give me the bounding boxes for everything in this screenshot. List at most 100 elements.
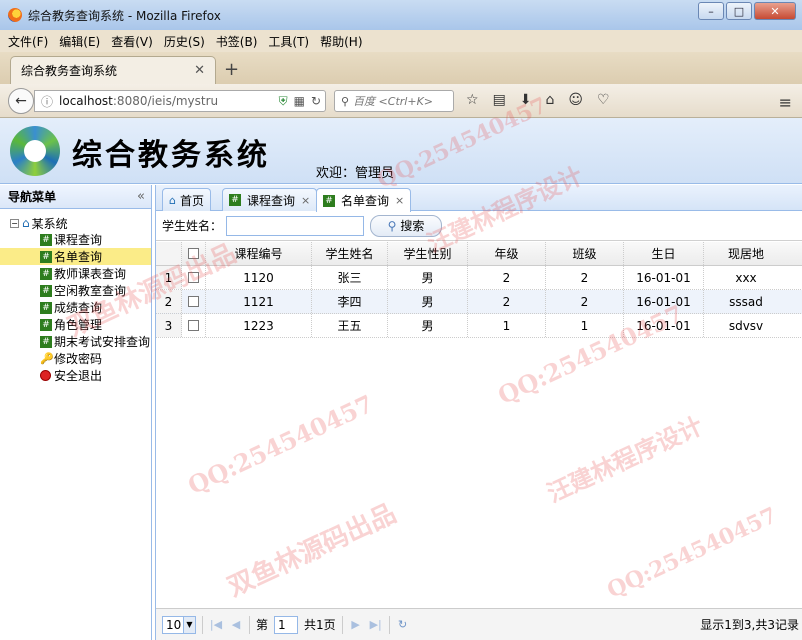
nav-item-label: 角色管理 [54,318,103,332]
select-all-checkbox-cell[interactable] [182,242,206,265]
app-header: 综合教务系统 欢迎：管理员 [0,118,802,184]
page-size-select[interactable]: 10 ▼ [162,615,196,634]
window-title: 综合教务查询系统 - Mozilla Firefox [28,8,221,23]
minimize-button[interactable]: – [698,2,724,20]
info-icon[interactable]: ⓘ [41,93,53,110]
menu-tools[interactable]: 工具(T) [268,33,309,50]
row-checkbox-cell[interactable] [182,290,206,313]
nav-item-course-query[interactable]: # 课程查询 [0,231,151,248]
browser-menubar: 文件(F) 编辑(E) 查看(V) 历史(S) 书签(B) 工具(T) 帮助(H… [0,30,802,52]
column-header[interactable]: 学生性别 [388,242,468,265]
tab-label: 首页 [179,193,204,208]
menu-view[interactable]: 查看(V) [111,33,153,50]
student-name-input[interactable] [226,215,365,236]
hamburger-menu-icon[interactable]: ≡ [779,93,792,112]
close-tab-icon[interactable]: × [395,194,404,207]
menu-help[interactable]: 帮助(H) [320,33,362,50]
menu-edit[interactable]: 编辑(E) [59,33,100,50]
home-icon[interactable]: ⌂ [546,92,555,108]
chevron-down-icon[interactable]: ▼ [183,616,195,633]
menu-bookmarks[interactable]: 书签(B) [216,33,258,50]
close-tab-icon[interactable]: × [301,194,310,207]
tree-collapse-icon[interactable]: − [10,218,19,228]
navigation-heading: 导航菜单 [8,190,57,204]
tree-home-icon: ⌂ [22,216,30,230]
column-header[interactable]: 班级 [546,242,624,265]
nav-item-role-management[interactable]: # 角色管理 [0,316,151,333]
page-prefix: 第 [256,618,269,632]
column-header[interactable]: 课程编号 [206,242,312,265]
class-cell: 2 [546,290,624,313]
search-bar[interactable]: ⚲ 百度 <Ctrl+K> [334,90,454,112]
search-button[interactable]: ⚲ 搜索 [370,214,443,237]
browser-navbar: ← ⓘ localhost:8080/ieis/mystru ⛨ ▦ ↻ ⚲ 百… [0,84,802,118]
browser-tab[interactable]: 综合教务查询系统 ✕ [10,56,216,84]
prev-page-icon[interactable]: ◀ [229,618,243,631]
column-header[interactable]: 生日 [624,242,704,265]
class-cell: 1 [546,314,624,337]
magnifier-icon: ⚲ [387,218,397,233]
row-checkbox[interactable] [188,272,199,283]
close-window-button[interactable]: ✕ [754,2,796,20]
collapse-panel-icon[interactable]: « [137,189,145,204]
student-sex-cell: 男 [388,314,468,337]
first-page-icon[interactable]: |◀ [209,618,223,631]
course-code-cell: 1120 [206,266,312,289]
nav-item-teacher-schedule[interactable]: # 教师课表查询 [0,265,151,282]
column-header[interactable]: 学生姓名 [312,242,388,265]
menu-file[interactable]: 文件(F) [8,33,48,50]
nav-item-label: 课程查询 [54,233,103,247]
column-header[interactable]: 年级 [468,242,546,265]
grade-cell: 1 [468,314,546,337]
nav-item-roster-query[interactable]: # 名单查询 [0,248,151,265]
reading-list-icon[interactable]: ▤ [493,92,506,108]
grid-icon: # [40,267,52,280]
qr-icon[interactable]: ▦ [294,94,305,108]
url-bar[interactable]: ⓘ localhost:8080/ieis/mystru ⛨ ▦ ↻ [34,90,326,112]
tree-root[interactable]: − ⌂ 某系统 [0,215,151,231]
class-cell: 2 [546,266,624,289]
table-row[interactable]: 2 1121 李四 男 2 2 16-01-01 sssad [156,290,802,314]
next-page-icon[interactable]: ▶ [349,618,363,631]
table-row[interactable]: 3 1223 王五 男 1 1 16-01-01 sdvsv [156,314,802,338]
pager-separator [341,615,343,634]
maximize-button[interactable]: □ [726,2,752,20]
last-page-icon[interactable]: ▶| [369,618,383,631]
nav-item-grade-query[interactable]: # 成绩查询 [0,299,151,316]
refresh-icon[interactable]: ↻ [396,618,410,631]
row-checkbox[interactable] [188,296,199,307]
nav-item-change-password[interactable]: 🔑 修改密码 [0,350,151,367]
content-tabs: ⌂ 首页 # 课程查询 × # 名单查询 × [156,185,802,212]
birthday-cell: 16-01-01 [624,266,704,289]
close-tab-icon[interactable]: ✕ [194,63,205,78]
new-tab-button[interactable]: + [224,59,239,80]
nav-item-logout[interactable]: 安全退出 [0,367,151,384]
address-cell: xxx [735,270,757,285]
menu-history[interactable]: 历史(S) [164,33,205,50]
nav-item-free-classroom[interactable]: # 空闲教室查询 [0,282,151,299]
pocket-icon[interactable]: ♡ [597,92,610,108]
row-checkbox[interactable] [188,320,199,331]
grid-icon: # [40,250,52,263]
table-row[interactable]: 1 1120 张三 男 2 2 16-01-01 xxx [156,266,802,290]
shield-icon[interactable]: ⛨ [279,94,288,109]
student-name-cell: 王五 [312,314,388,337]
row-checkbox-cell[interactable] [182,314,206,337]
row-number: 2 [156,290,182,313]
current-page-input[interactable]: 1 [274,615,299,634]
tab-roster-query[interactable]: # 名单查询 × [316,188,412,212]
tab-home[interactable]: ⌂ 首页 [162,188,211,211]
select-all-checkbox[interactable] [188,248,199,259]
chat-icon[interactable]: ☺ [568,92,583,108]
row-checkbox-cell[interactable] [182,266,206,289]
back-button[interactable]: ← [8,88,34,114]
bookmark-star-icon[interactable]: ☆ [466,92,479,108]
reload-icon[interactable]: ↻ [311,94,325,108]
column-header[interactable]: 现居地 [704,242,788,265]
download-icon[interactable]: ⬇ [520,92,532,108]
tab-course-query[interactable]: # 课程查询 × [222,188,318,211]
nav-item-label: 修改密码 [54,352,103,366]
firefox-logo-icon [8,8,22,22]
nav-item-exam-schedule[interactable]: # 期末考试安排查询 [0,333,151,350]
grade-cell: 2 [468,266,546,289]
